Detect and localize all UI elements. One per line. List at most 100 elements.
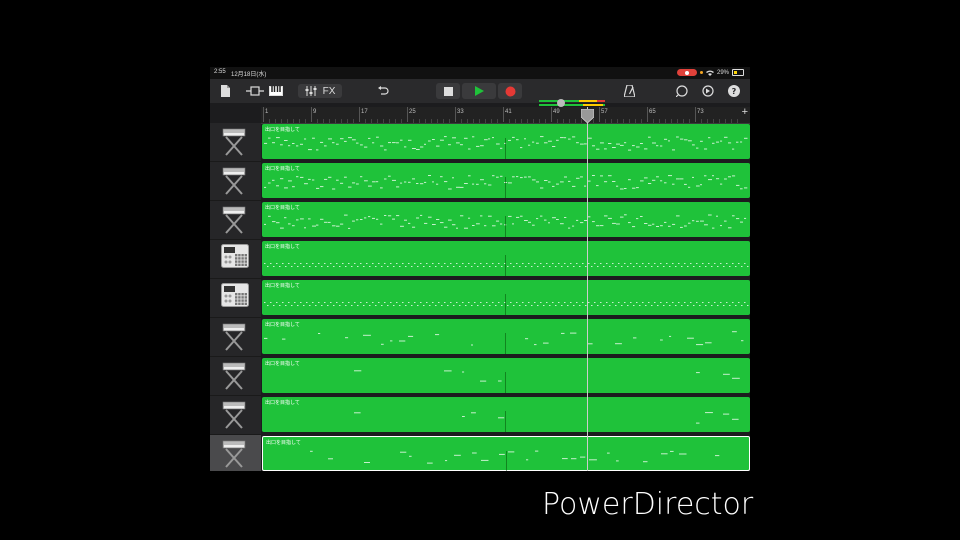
loop-icon xyxy=(676,85,688,97)
fx-button[interactable]: FX xyxy=(323,86,336,97)
track-regions: 出口を目指して 出口を目指して 出口を目指して 出口を目指して 出口を目指して 出口を目指… xyxy=(261,123,750,471)
loop-browser-button[interactable] xyxy=(675,84,689,98)
track-region[interactable]: 出口を目指して xyxy=(262,241,750,276)
ruler-bar-line xyxy=(503,107,504,122)
track-region[interactable]: 出口を目指して xyxy=(262,358,750,393)
region-notes xyxy=(264,175,748,198)
watermark: PowerDirector xyxy=(542,487,754,522)
keyboard-icon xyxy=(221,166,247,201)
timeline-ruler[interactable]: + 1 9 17 25 33 41 49 57 65 73 xyxy=(261,106,750,124)
track-region[interactable]: 出口を目指して xyxy=(262,280,750,315)
track-header[interactable] xyxy=(210,240,261,279)
ruler-bar-label: 73 xyxy=(697,109,704,115)
mixer-fx-group: FX xyxy=(298,84,342,98)
screen-recording-icon xyxy=(676,69,697,76)
region-label: 出口を目指して xyxy=(265,127,300,133)
track-header[interactable] xyxy=(210,279,261,318)
ruler-bar-label: 1 xyxy=(265,109,269,115)
track-headers xyxy=(210,123,261,471)
region-notes xyxy=(264,214,747,237)
track-header[interactable] xyxy=(210,396,261,435)
track-header[interactable] xyxy=(210,123,261,162)
track-header[interactable] xyxy=(210,357,261,396)
battery-icon xyxy=(732,69,744,76)
svg-text:?: ? xyxy=(732,87,737,96)
region-notes xyxy=(310,450,720,471)
battery-percent: 29% xyxy=(716,69,729,76)
region-label: 出口を目指して xyxy=(265,400,300,406)
ruler-bar-label: 49 xyxy=(553,109,560,115)
track-header[interactable] xyxy=(210,201,261,240)
drum-machine-icon xyxy=(221,283,249,312)
ruler-bar-label: 25 xyxy=(409,109,416,115)
ruler-bar-line xyxy=(407,107,408,122)
track-region[interactable]: 出口を目指して xyxy=(262,319,750,354)
stop-icon xyxy=(443,86,453,96)
track-region[interactable]: 出口を目指して xyxy=(262,163,750,198)
ruler-bar-label: 41 xyxy=(505,109,512,115)
keyboard-icon xyxy=(221,127,247,162)
play-button[interactable] xyxy=(462,83,496,99)
record-icon xyxy=(505,86,515,96)
playhead-line xyxy=(587,107,588,471)
piano-keys-icon xyxy=(269,86,283,96)
wifi-icon xyxy=(705,70,714,76)
region-notes xyxy=(264,255,749,276)
undo-icon xyxy=(377,86,389,95)
track-region[interactable]: 出口を目指して xyxy=(262,436,750,471)
track-region[interactable]: 出口を目指して xyxy=(262,202,750,237)
master-volume-slider[interactable] xyxy=(539,99,605,107)
ruler-bar-label: 57 xyxy=(601,109,608,115)
tracks-view-icon xyxy=(246,86,264,96)
track-header[interactable] xyxy=(210,162,261,201)
ruler-bar-line xyxy=(311,107,312,122)
metronome-button[interactable] xyxy=(622,84,636,98)
keyboard-icon xyxy=(221,205,247,240)
status-time: 2:55 xyxy=(214,69,226,75)
document-icon xyxy=(220,85,230,97)
help-icon: ? xyxy=(728,85,740,97)
record-button[interactable] xyxy=(498,83,522,99)
track-header[interactable] xyxy=(210,435,261,471)
stop-button[interactable] xyxy=(436,83,460,99)
keyboard-button[interactable] xyxy=(268,85,284,97)
ruler-bar-line xyxy=(647,107,648,122)
playhead-handle[interactable] xyxy=(581,109,594,123)
ruler-bar-label: 33 xyxy=(457,109,464,115)
region-label: 出口を目指して xyxy=(265,361,300,367)
region-notes xyxy=(264,136,748,159)
status-right: 29% xyxy=(676,69,744,76)
play-icon xyxy=(475,86,484,96)
privacy-dot-icon xyxy=(699,71,703,74)
my-songs-button[interactable] xyxy=(218,84,232,98)
ruler-bar-line xyxy=(695,107,696,122)
settings-button[interactable] xyxy=(701,84,715,98)
ruler-bar-label: 17 xyxy=(361,109,368,115)
help-button[interactable]: ? xyxy=(727,84,741,98)
region-notes xyxy=(354,370,740,393)
ruler-bar-line xyxy=(263,107,264,122)
track-region[interactable]: 出口を目指して xyxy=(262,124,750,159)
view-toggle-button[interactable] xyxy=(246,85,264,97)
undo-button[interactable] xyxy=(376,84,390,98)
status-date: 12月18日(水) xyxy=(231,72,267,78)
wrench-gear-icon xyxy=(702,85,714,97)
region-label: 出口を目指して xyxy=(265,244,300,250)
region-label: 出口を目指して xyxy=(265,205,300,211)
drum-machine-icon xyxy=(221,244,249,273)
garageband-screen: 2:55 12月18日(水) 29% FX ? + 1 9 17 25 33 4… xyxy=(210,67,750,471)
track-region[interactable]: 出口を目指して xyxy=(262,397,750,432)
track-header[interactable] xyxy=(210,318,261,357)
region-notes xyxy=(264,294,749,315)
ruler-bar-line xyxy=(551,107,552,122)
region-notes xyxy=(354,411,739,432)
volume-knob[interactable] xyxy=(557,99,565,107)
region-notes xyxy=(264,331,744,354)
keyboard-icon xyxy=(221,400,247,435)
region-label: 出口を目指して xyxy=(265,322,300,328)
ruler-bar-line xyxy=(455,107,456,122)
ruler-bar-label: 65 xyxy=(649,109,656,115)
keyboard-icon xyxy=(221,322,247,357)
mixer-icon[interactable] xyxy=(305,86,317,96)
add-section-button[interactable]: + xyxy=(742,106,748,118)
